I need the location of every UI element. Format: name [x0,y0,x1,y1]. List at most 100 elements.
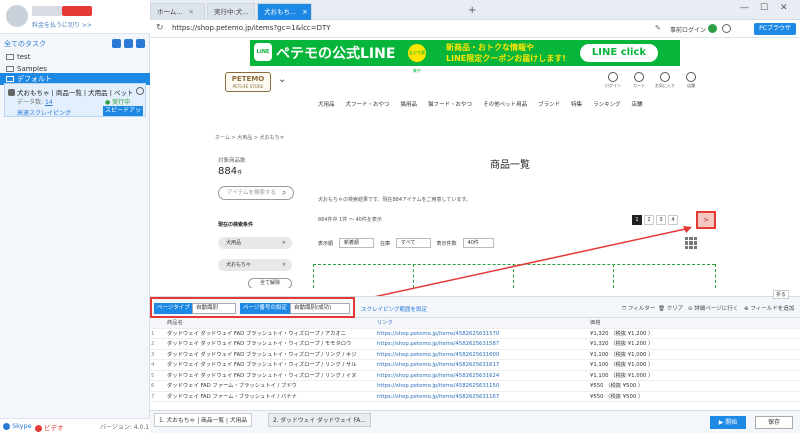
nav-other-pets[interactable]: その他ペット用品 [483,100,527,108]
page-2[interactable]: 2 [644,215,654,225]
stock-select[interactable]: すべて [396,238,431,248]
task-count: データ数: 14 [17,99,53,106]
nav-ranking[interactable]: ランキング [593,100,620,108]
element-selector-icon[interactable] [685,237,697,249]
breadcrumb[interactable]: ホーム > 犬用品 > 犬おもちゃ [215,134,285,141]
save-button[interactable]: 保存 [755,416,793,429]
refresh-icon[interactable]: ↻ [156,23,164,33]
play-icon[interactable] [136,87,144,95]
task-card[interactable]: 犬おもちゃ | 商品一覧 | 犬用品 | ペット用… データ数: 14 ● 実行… [4,83,146,124]
page-type-select[interactable]: 自動識別 [192,303,236,314]
clear-all-button[interactable]: 全て解除 [248,278,292,288]
table-row[interactable]: 7 ダッドウェイ FAD ファーム・ブラッシュトイ / バナナ https://sh… [150,392,800,402]
page-1[interactable]: 1 [632,215,642,225]
minimize-icon[interactable]: — [740,3,749,13]
page-3[interactable]: 3 [656,215,666,225]
new-folder-icon[interactable] [112,39,121,48]
task-status: ● 実行中 [105,99,131,106]
banner-title: ペテモの公式LINE [276,46,396,62]
site-logo[interactable]: PETEMO PETLIFE STORE [225,72,271,92]
start-button[interactable]: ▶ 開始 [710,416,746,429]
account-plan-badge [62,6,92,16]
table-row[interactable]: 1 ダッドウェイ ダッドウェイ FAD ブラッシュトイ・ウィズロープ / アカオニ… [150,329,800,339]
fold-button[interactable]: 折る [773,290,790,299]
count-label: 対象商品数 [218,158,246,164]
edit-icon[interactable]: ✎ [655,24,661,32]
sort-select[interactable]: 新着順 [339,238,375,248]
table-row[interactable]: 4 ダッドウェイ ダッドウェイ FAD ブラッシュトイ・ウィズロープ / リング … [150,360,800,371]
table-row[interactable]: 5 ダッドウェイ ダッドウェイ FAD ブラッシュトイ・ウィズロープ / リング … [150,371,800,381]
favorites-link[interactable]: お気に入り [654,72,676,89]
filter-chip[interactable]: 犬用品 ✕ [218,237,292,249]
trash-icon: 🗑 [658,306,665,312]
pre-login-button[interactable]: 事前ログイン [670,25,706,34]
banner-subtitle-1: 新商品・おトクな情報や [446,43,534,52]
task-title: 犬おもちゃ | 商品一覧 | 犬用品 | ペット用… [17,89,132,97]
avatar[interactable] [6,5,28,27]
table-row[interactable]: 2 ダッドウェイ ダッドウェイ FAD ブラッシュトイ・ウィズロープ / モモタロ… [150,339,800,350]
nav-stores[interactable]: 店舗 [631,100,642,108]
product-grid[interactable] [313,264,715,288]
detail-page-button[interactable]: ⊝ 詳細ページに行く [688,304,738,312]
result-range: 884件中 1件 〜 40件を表示 [318,217,382,223]
tab-dog-toys[interactable]: 犬おもち... ✕ [257,3,312,20]
tab-detail-page[interactable]: 2. ダッドウェイ ダッドウェイ FA... [268,413,371,427]
nav-dog-food[interactable]: 犬フード・おやつ [346,100,390,108]
video-link[interactable]: ビデオ [35,422,64,432]
line-click-button[interactable]: LINE click [580,44,658,62]
filter-chip[interactable]: 犬おもちゃ ✕ [218,259,292,271]
nav-cat-food[interactable]: 猫フード・おやつ [428,100,472,108]
login-link[interactable]: ログイン [602,72,624,89]
cart-icon [634,72,644,82]
cart-link[interactable]: カート [628,72,650,89]
sidebar-footer: Skype ビデオ バージョン: 4.0.1 [0,418,150,433]
scrape-range-link[interactable]: スクレイピング範囲を設定 [361,305,427,313]
new-tab-button[interactable]: + [468,3,476,18]
banner-subtitle-2: LINE限定クーポンお届けします! [446,54,566,63]
search-icon[interactable]: ⌕ [282,188,286,198]
address-bar: ↻ https://shop.petemo.jp/items?gc=1&lcc=… [150,20,800,38]
folder-test[interactable]: test [0,51,150,63]
folder-icon [6,54,14,60]
nav-features[interactable]: 特集 [571,100,582,108]
close-window-icon[interactable]: ✕ [780,3,788,13]
nav-dog-goods[interactable]: 犬用品 [318,100,335,108]
store-link[interactable]: 店舗 [680,72,702,89]
tab-running[interactable]: 実行中:犬... [207,3,255,20]
upgrade-link[interactable]: 料金を払うに切り >> [32,20,92,29]
help-icon[interactable] [722,24,731,33]
page-number-label: ページ番号の設定 [240,303,290,314]
per-page-select[interactable]: 40件 [462,238,494,248]
new-task-icon[interactable] [124,39,133,48]
sort-controls: 表示順 新着順 在庫 すべて 表示件数 40件 [318,238,494,248]
url-input[interactable]: https://shop.petemo.jp/items?gc=1&lcc=DT… [172,24,331,32]
current-conditions-heading: 現在の検索条件 [218,222,254,228]
plus-icon: ⊕ [744,306,749,312]
task-actions [112,39,145,48]
skype-link[interactable]: Skype [3,422,32,430]
close-icon: ✕ [281,240,286,246]
table-row[interactable]: 3 ダッドウェイ ダッドウェイ FAD ブラッシュトイ・ウィズロープ / リング … [150,350,800,360]
data-table: 商品名 リンク 価格 1 ダッドウェイ ダッドウェイ FAD ブラッシュトイ・ウィ… [150,318,800,410]
user-icon [608,72,618,82]
nav-cat-goods[interactable]: 猫用品 [401,100,418,108]
grid-divider [313,264,314,288]
import-icon[interactable] [136,39,145,48]
tab-list-page[interactable]: 1. 犬おもちゃ | 商品一覧 | 犬用品 [154,413,253,427]
tab-home[interactable]: ホーム... ✕ [150,3,205,20]
task-mode: 高速スクレイピング [17,110,72,117]
page-4[interactable]: 4 [668,215,678,225]
chevron-down-icon[interactable]: ⌄ [278,74,286,85]
filter-button[interactable]: ⛉ フィルター [622,304,655,313]
pc-browser-button[interactable]: PCブラウザ [754,23,796,35]
table-row[interactable]: 6 ダッドウェイ FAD ファーム・ブラッシュトイ / ブドウ https://sh… [150,381,800,392]
line-banner[interactable]: LINE ペテモの公式LINE 友だち募集中 新商品・おトクな情報や LINE限… [250,40,680,73]
speed-up-button[interactable]: スピードアップ [103,106,143,124]
next-page-button[interactable]: > [696,211,716,229]
page-number-select[interactable]: 自動識別(成功) [290,303,350,314]
clear-button[interactable]: 🗑 クリア [658,304,683,312]
add-field-button[interactable]: ⊕ フィールドを追加 [744,304,794,312]
maximize-icon[interactable]: ☐ [760,3,768,13]
nav-brands[interactable]: ブランド [538,100,560,108]
web-page-view[interactable]: LINE ペテモの公式LINE 友だち募集中 新商品・おトクな情報や LINE限… [150,38,800,288]
